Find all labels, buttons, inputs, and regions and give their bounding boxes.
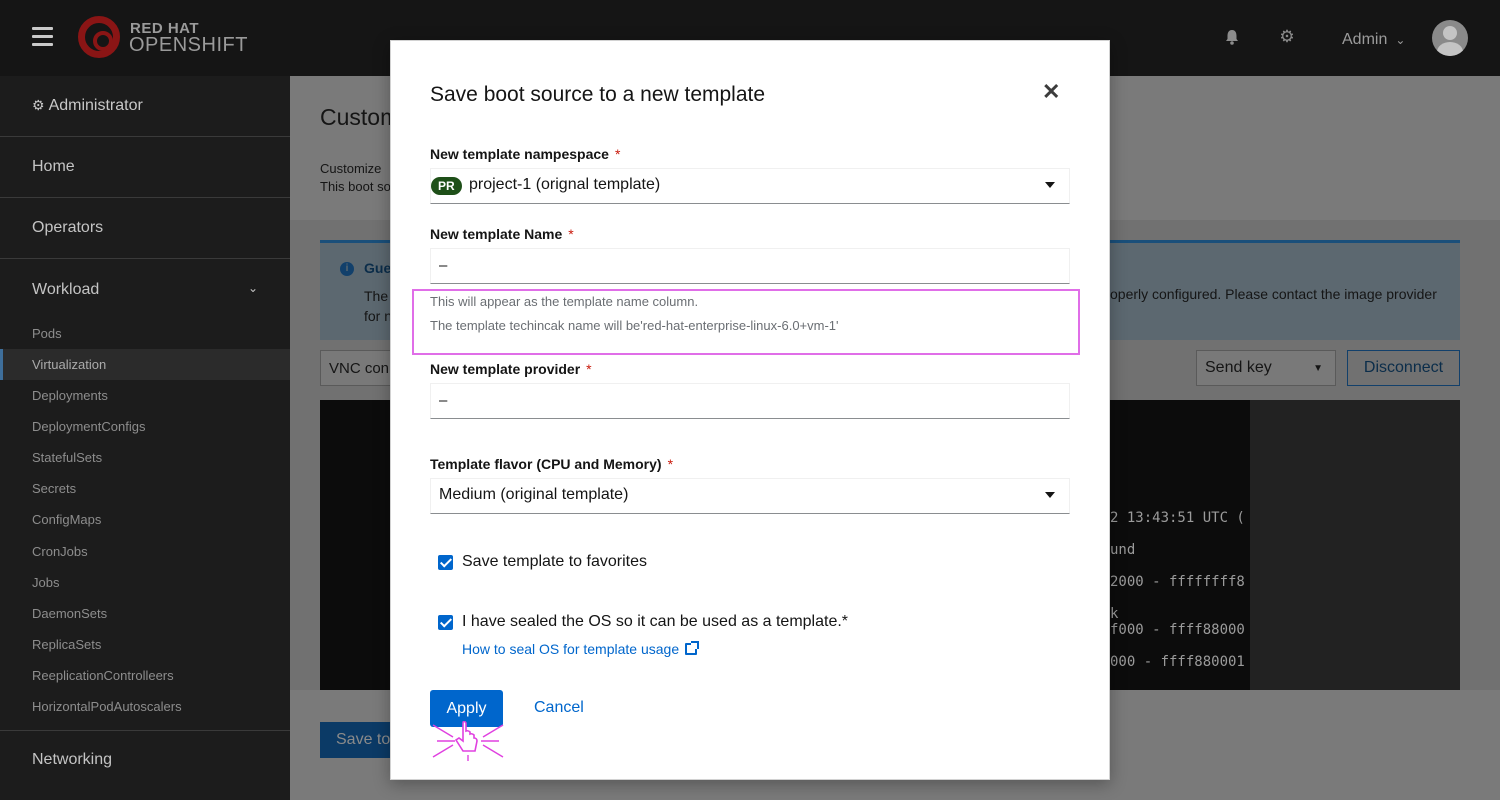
sealed-os-checkbox[interactable] (438, 615, 453, 630)
seal-os-help-link[interactable]: How to seal OS for template usage (462, 641, 700, 657)
template-flavor-label: Template flavor (CPU and Memory) * (430, 456, 673, 472)
sidebar-item-jobs[interactable]: Jobs (0, 567, 290, 598)
template-name-label-text: New template Name (430, 226, 563, 242)
sidebar-item-virtualization[interactable]: Virtualization (0, 349, 290, 380)
helper-text-line2: The template techincak name will be'red-… (430, 318, 839, 333)
avatar[interactable] (1432, 20, 1468, 56)
namespace-value: project-1 (orignal template) (469, 176, 661, 193)
page-description-line2: This boot so (320, 179, 391, 194)
namespace-label-text: New template nampespace (430, 146, 609, 162)
perspective-switcher[interactable]: ⚙ Administrator (0, 76, 290, 137)
external-link-icon (685, 641, 700, 655)
project-badge: PR (431, 177, 462, 195)
caret-down-icon (1045, 182, 1055, 188)
console-line: f000 - ffff88000 (1110, 622, 1245, 638)
sidebar-item-daemonsets[interactable]: DaemonSets (0, 598, 290, 629)
close-icon[interactable]: ✕ (1042, 79, 1060, 105)
page-description: Customize This boot so (320, 160, 391, 196)
sidebar-item-replicationcontrollers[interactable]: ReeplicationControlleers (0, 660, 290, 691)
send-key-select[interactable]: Send key ▼ (1196, 350, 1336, 386)
nav-section-home[interactable]: Home (0, 137, 290, 198)
sidebar-item-secrets[interactable]: Secrets (0, 473, 290, 504)
console-line: 2000 - ffffffff8 (1110, 574, 1245, 590)
logo-text-bottom: OPENSHIFT (129, 34, 248, 56)
redhat-logo-icon (78, 16, 120, 58)
bell-icon[interactable] (1223, 28, 1241, 46)
user-menu[interactable]: Admin ⌄ (1342, 31, 1405, 49)
favorites-label[interactable]: Save template to favorites (462, 553, 647, 571)
alert-text-right: operly configured. Please contact the im… (1110, 286, 1437, 302)
sidebar-item-deploymentconfigs[interactable]: DeploymentConfigs (0, 411, 290, 442)
template-provider-label: New template provider * (430, 361, 592, 377)
sidebar-item-deployments[interactable]: Deployments (0, 380, 290, 411)
nav-section-operators[interactable]: Operators (0, 198, 290, 259)
namespace-label: New template nampespace * (430, 146, 620, 162)
chevron-down-icon: ⌄ (247, 281, 258, 295)
favorites-checkbox[interactable] (438, 555, 453, 570)
template-name-label: New template Name * (430, 226, 574, 242)
perspective-label: Administrator (48, 97, 143, 114)
console-line: und (1110, 542, 1136, 558)
console-line: k (1110, 606, 1119, 622)
send-key-label: Send key (1205, 359, 1272, 376)
openshift-logo[interactable]: RED HAT OPENSHIFT (78, 14, 248, 60)
helper-text-line1: This will appear as the template name co… (430, 294, 699, 309)
console-line: 2 13:43:51 UTC ( (1110, 510, 1245, 526)
sidebar: ⚙ Administrator Home Operators Workload ⌄… (0, 76, 290, 800)
sidebar-item-replicasets[interactable]: ReplicaSets (0, 629, 290, 660)
seal-os-link-text: How to seal OS for template usage (462, 641, 680, 657)
click-cursor-icon (432, 721, 504, 761)
alert-text: The for n (364, 286, 392, 326)
required-mark: * (614, 146, 621, 162)
nav-section-workload-label: Workload (32, 281, 100, 298)
caret-down-icon: ▼ (1313, 363, 1323, 374)
sidebar-item-pods[interactable]: Pods (0, 318, 290, 349)
alert-text-line2: for n (364, 308, 393, 324)
console-line: 000 - ffff880001 (1110, 654, 1245, 670)
required-mark: * (568, 226, 574, 242)
sidebar-item-horizontalpodautoscalers[interactable]: HorizontalPodAutoscalers (0, 691, 290, 722)
caret-down-icon (1045, 492, 1055, 498)
sidebar-item-statefulsets[interactable]: StatefulSets (0, 442, 290, 473)
template-provider-label-text: New template provider (430, 361, 581, 377)
sidebar-item-cronjobs[interactable]: CronJobs (0, 536, 290, 567)
page-title: Custom (320, 104, 400, 130)
template-provider-input[interactable]: – (430, 383, 1070, 419)
template-name-input[interactable]: – (430, 248, 1070, 284)
chevron-down-icon: ⌄ (1395, 33, 1406, 47)
page-description-line1: Customize (320, 161, 382, 176)
required-mark: * (667, 456, 674, 472)
modal-title: Save boot source to a new template (430, 83, 766, 106)
nav-section-networking[interactable]: Networking (0, 730, 290, 800)
flavor-value: Medium (original template) (439, 486, 629, 503)
disconnect-button[interactable]: Disconnect (1347, 350, 1460, 386)
required-mark: * (586, 361, 592, 377)
sidebar-item-configmaps[interactable]: ConfigMaps (0, 504, 290, 535)
user-name: Admin (1342, 31, 1388, 48)
template-flavor-select[interactable]: Medium (original template) (430, 478, 1070, 514)
alert-text-line1: The (364, 288, 389, 304)
console-side-panel (1250, 400, 1460, 690)
hamburger-menu-icon[interactable] (32, 27, 53, 47)
alert-title: Gue (364, 260, 392, 276)
nav-section-workload[interactable]: Workload ⌄ (0, 259, 290, 298)
template-flavor-label-text: Template flavor (CPU and Memory) (430, 456, 662, 472)
gear-icon[interactable]: ⚙ (1278, 28, 1296, 46)
cancel-button[interactable]: Cancel (534, 699, 584, 717)
save-template-modal: Save boot source to a new template ✕ New… (390, 40, 1110, 780)
cogs-icon: ⚙ (32, 97, 45, 113)
namespace-select[interactable]: PR project-1 (orignal template) (430, 168, 1070, 204)
sealed-os-label[interactable]: I have sealed the OS so it can be used a… (462, 613, 848, 631)
info-icon: i (340, 262, 354, 276)
